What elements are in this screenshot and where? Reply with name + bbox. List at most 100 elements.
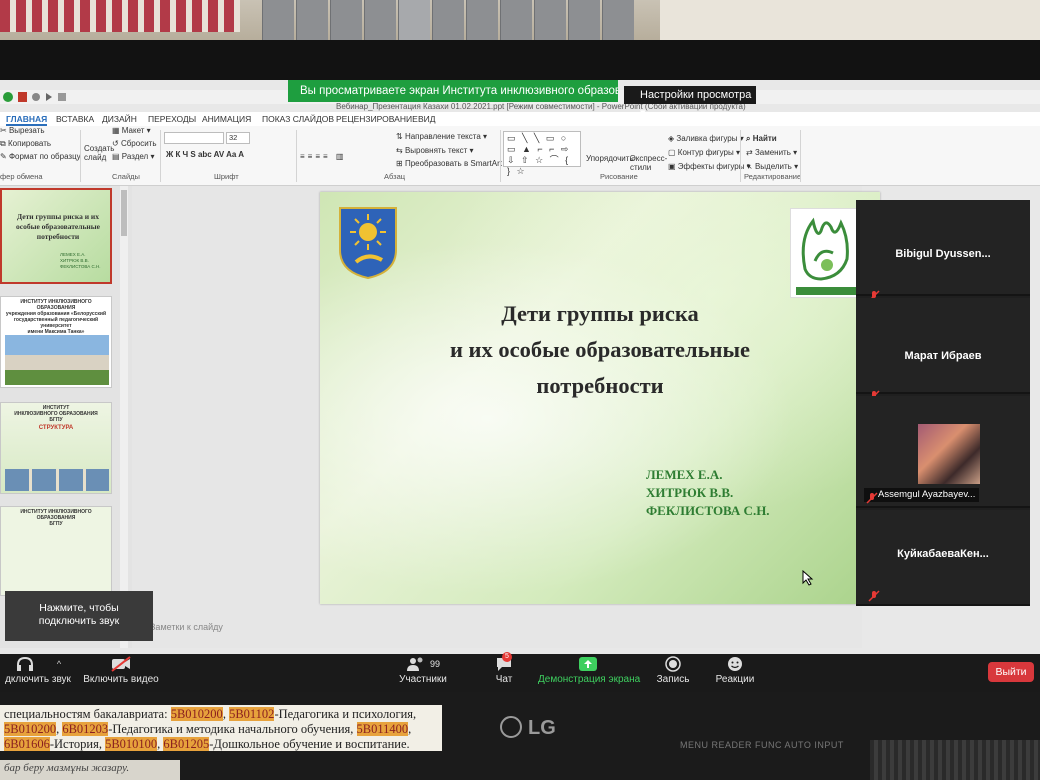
separator	[800, 130, 801, 182]
separator	[296, 130, 297, 182]
thumbnail-header-line: БГПУ	[49, 417, 63, 423]
tab-slideshow[interactable]: ПОКАЗ СЛАЙДОВ	[262, 112, 334, 126]
text-direction-button[interactable]: ⇅ Направление текста ▾	[396, 132, 487, 141]
copy-button[interactable]: ⧉ Копировать	[0, 139, 51, 149]
quick-styles-button[interactable]: Экспресс-стили	[630, 154, 667, 172]
tab-home[interactable]: ГЛАВНАЯ	[6, 112, 48, 126]
slide-thumbnail-4[interactable]: ИНСТИТУТ ИНКЛЮЗИВНОГО ОБРАЗОВАНИЯ БГПУ	[0, 506, 112, 596]
thumbnail-authors: ЛЕМЕХ Е.А. ХИТРЮК В.В. ФЕКЛИСТОВА С.Н.	[60, 252, 100, 270]
tab-insert[interactable]: ВСТАВКА	[56, 112, 94, 126]
tab-design[interactable]: ДИЗАЙН	[102, 112, 137, 126]
chat-badge: 5	[502, 652, 512, 662]
tab-view[interactable]: ВИД	[418, 112, 436, 126]
mic-muted-icon	[866, 492, 878, 504]
font-format-buttons[interactable]: Ж К Ч S abc AV Aa A	[166, 150, 244, 159]
cut-button[interactable]: ✂ Вырезать	[0, 126, 45, 135]
clipboard-group-label: фер обмена	[0, 172, 43, 181]
reset-label: Сбросить	[120, 139, 157, 148]
slide-title-line: Дети группы риска	[501, 301, 699, 326]
start-video-button[interactable]: Включить видео	[82, 654, 160, 686]
record-button[interactable]: Запись	[652, 654, 694, 686]
participant-name: Марат Ибраев	[904, 350, 982, 362]
share-screen-icon	[538, 654, 638, 674]
paper-highlight: 6В01203	[62, 722, 109, 736]
screen-share-banner: Вы просматриваете экран Института инклюз…	[288, 80, 618, 102]
binder	[330, 0, 362, 40]
participants-count: 99	[429, 659, 440, 669]
smartart-label: Преобразовать в SmartArt	[404, 159, 502, 168]
paper-text: специальностям бакалавриата:	[4, 707, 171, 721]
building-photo	[5, 335, 109, 385]
paper-highlight: 5В010100	[105, 737, 158, 751]
slide-author: ЛЕМЕХ Е.А.	[646, 467, 723, 482]
participant-tile[interactable]: Bibigul Dyussen...	[856, 200, 1030, 302]
mouse-cursor-icon	[802, 570, 814, 586]
lg-circle-icon	[500, 716, 522, 738]
paragraph-align-icons[interactable]: ≡≡≡≡ ▥	[300, 152, 346, 161]
thumbnail-header: ИНСТИТУТ ИНКЛЮЗИВНОГО ОБРАЗОВАНИЯ БГПУ	[1, 507, 111, 529]
separator	[500, 130, 501, 182]
shape-outline-label: Контур фигуры	[677, 148, 734, 157]
paper-note: специальностям бакалавриата: 5В010200, 5…	[0, 705, 442, 751]
thumbnail-scrollbar[interactable]	[120, 186, 128, 648]
chat-button[interactable]: 5 Чат	[490, 652, 518, 686]
find-button[interactable]: ⌕ Найти	[746, 134, 777, 144]
arrange-button[interactable]: Упорядочить	[586, 154, 634, 163]
participant-tile[interactable]: КуйкабаеваКен...	[856, 510, 1030, 606]
layout-button[interactable]: ▦ Макет ▾	[112, 126, 151, 135]
replace-button[interactable]: ⇄ Заменить ▾	[746, 148, 797, 157]
shapes-gallery[interactable]: ▭ ╲ ╲ ▭ ○ ▭ ▲ ⌐ ⌐ ⇨ ⇩ ⇧ ☆ ⌒ { } ☆	[503, 131, 581, 176]
share-screen-button[interactable]: Демонстрация экрана	[538, 654, 640, 686]
smartart-button[interactable]: ⊞ Преобразовать в SmartArt ▾	[396, 159, 508, 168]
notes-placeholder[interactable]: Заметки к слайду	[150, 622, 223, 632]
shape-effects-label: Эффекты фигуры	[677, 162, 745, 171]
scrollbar-thumb[interactable]	[121, 190, 127, 236]
participants-button[interactable]: 99 Участники	[398, 654, 448, 686]
slide-thumbnail-1[interactable]: Дети группы риска и их особые образовате…	[0, 188, 112, 284]
tab-transitions[interactable]: ПЕРЕХОДЫ	[148, 112, 196, 126]
new-slide-button[interactable]: Создать слайд	[84, 144, 114, 162]
select-label: Выделить	[754, 162, 792, 171]
reactions-label: Реакции	[715, 674, 755, 685]
participant-tile[interactable]: Assemgul Ayazbayev...	[856, 396, 1030, 508]
separator	[80, 130, 81, 182]
shape-fill-button[interactable]: ◈ Заливка фигуры ▾	[668, 134, 744, 143]
unmute-tooltip[interactable]: Нажмите, чтобы подключить звук	[5, 591, 153, 641]
tab-animation[interactable]: АНИМАЦИЯ	[202, 112, 251, 126]
participant-tile[interactable]: Марат Ибраев	[856, 298, 1030, 402]
paper-text: -Педагогика и психология,	[274, 707, 417, 721]
monitor-top-bezel	[0, 40, 1040, 80]
font-size-box[interactable]: 32	[226, 132, 250, 144]
paper-highlight: 5В010200	[4, 722, 57, 736]
layout-label: Макет	[121, 126, 145, 135]
shape-effects-button[interactable]: ▣ Эффекты фигуры ▾	[668, 162, 751, 171]
select-button[interactable]: ↖ Выделить ▾	[746, 162, 798, 171]
font-name-box[interactable]	[164, 132, 224, 144]
quick-access-icons[interactable]	[2, 90, 72, 104]
smiley-icon	[712, 654, 758, 674]
thumbnail-title: Дети группы риска и их особые образовате…	[16, 212, 100, 241]
section-button[interactable]: ▤ Раздел ▾	[112, 152, 154, 161]
coat-of-arms-icon	[339, 207, 397, 280]
shape-outline-button[interactable]: ▢ Контур фигуры ▾	[668, 148, 740, 157]
editing-group-label: Редактирование	[744, 172, 802, 181]
slide-thumbnail-3[interactable]: ИНСТИТУТ ИНКЛЮЗИВНОГО ОБРАЗОВАНИЯ БГПУ С…	[0, 402, 112, 494]
paper-highlight: 5В010200	[170, 707, 223, 721]
replace-label: Заменить	[754, 148, 791, 157]
slide-title-line: и их особые образовательные	[449, 337, 751, 362]
format-painter-button[interactable]: ✎ Формат по образцу	[0, 152, 81, 161]
reactions-button[interactable]: Реакции	[712, 654, 758, 686]
binder	[364, 0, 396, 40]
binder	[262, 0, 294, 40]
binder	[398, 0, 430, 40]
leave-button[interactable]: Выйти	[988, 662, 1034, 682]
view-settings-dropdown[interactable]: Настройки просмотра ▾	[624, 86, 756, 119]
slide-title-line: потребности	[536, 373, 664, 398]
align-text-button[interactable]: ⇆ Выровнять текст ▾	[396, 146, 474, 155]
reset-button[interactable]: ↺ Сбросить	[112, 139, 157, 148]
join-audio-button[interactable]: ^ дключить звук	[0, 654, 76, 686]
slide-thumbnail-2[interactable]: ИНСТИТУТ ИНКЛЮЗИВНОГО ОБРАЗОВАНИЯ учрежд…	[0, 296, 112, 388]
chevron-up-icon[interactable]: ^	[57, 659, 61, 669]
tab-review[interactable]: РЕЦЕНЗИРОВАНИЕ	[336, 112, 418, 126]
video-off-icon	[82, 654, 160, 674]
